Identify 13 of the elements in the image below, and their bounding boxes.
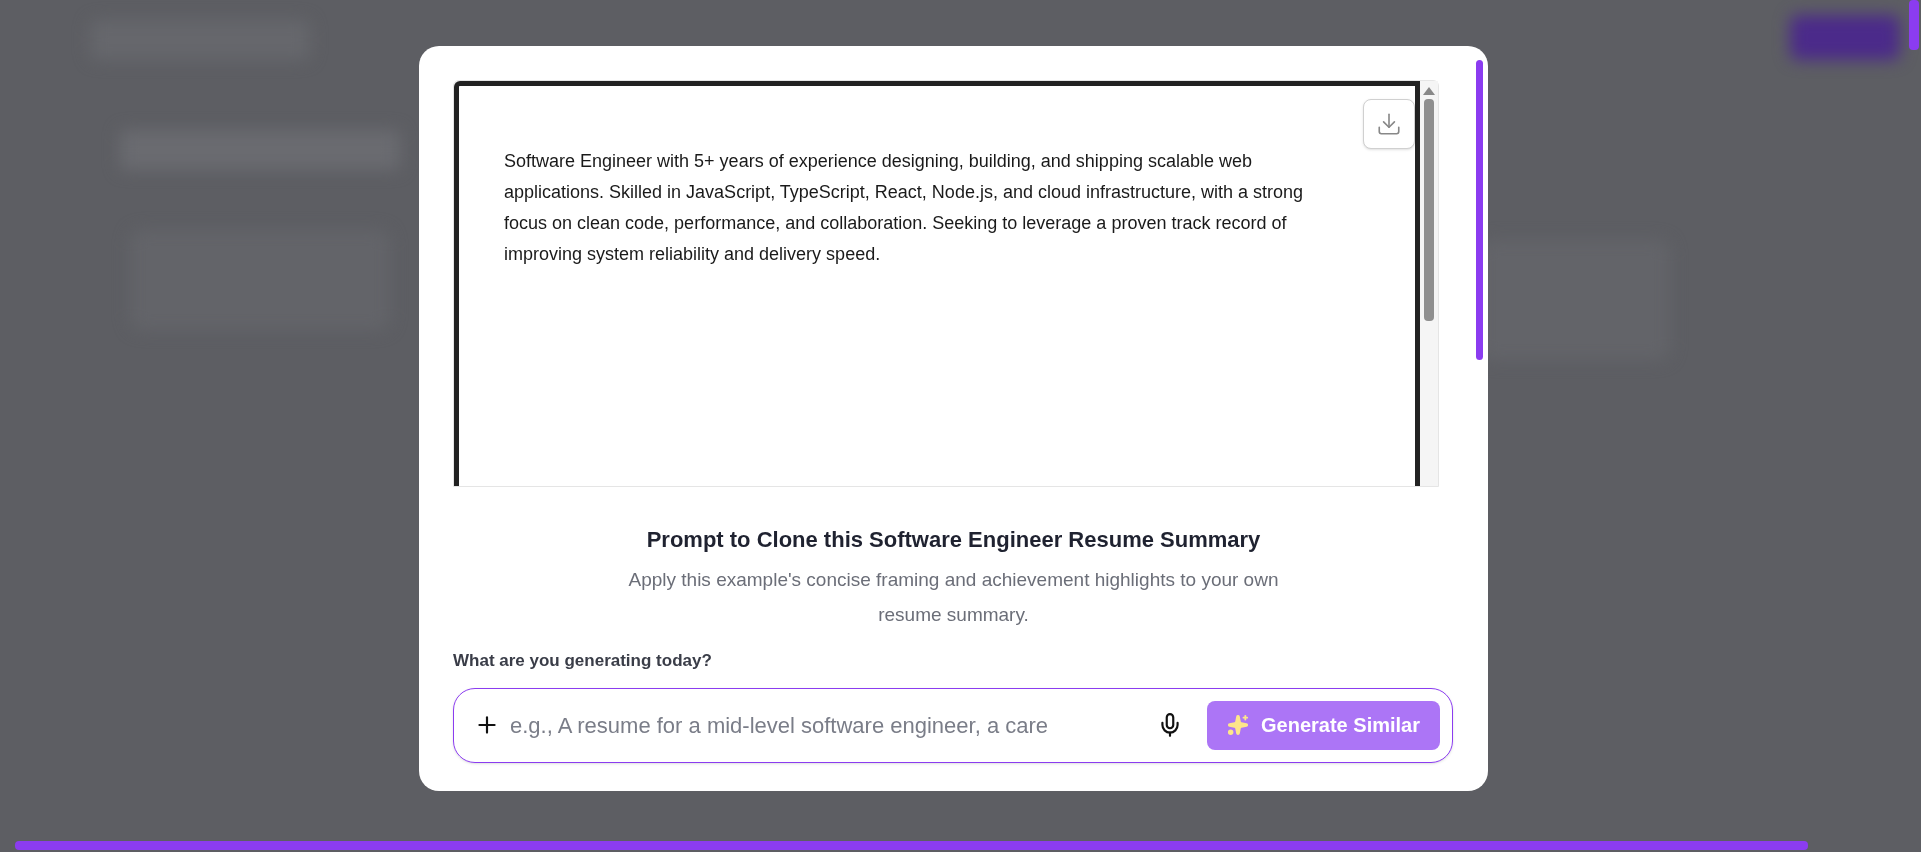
download-button[interactable] [1363,99,1415,149]
modal-scrollbar-thumb[interactable] [1476,60,1483,360]
prompt-title: Prompt to Clone this Software Engineer Resume Summary [645,526,1262,554]
sparkles-icon [1227,714,1250,736]
vertical-scrollbar-thumb[interactable] [1909,0,1919,50]
horizontal-scrollbar-thumb[interactable] [15,841,1808,850]
summary-text: Software Engineer with 5+ years of experience designing, building, and shipping scalable web applications. Skilled in JavaScript, TypeScript, React, Node.js, and cloud infrastructure, with a strong focus on clean code, performance, and collaboration. Seeking to leverage a proven track record of improving system reliability and delivery speed. [504,150,1305,266]
prompt-description: Apply this example's concise framing and achievement highlights to your own resume summary. [627,568,1280,627]
prompt-input[interactable]: e.g., A resume for a mid-level software engineer, a care Generate Similar [453,687,1453,763]
download-icon [1376,111,1402,137]
document-scrollbar[interactable] [1420,81,1438,486]
prompt-label: What are you generating today? [453,650,713,672]
generate-similar-button[interactable]: Generate Similar [1207,700,1440,750]
